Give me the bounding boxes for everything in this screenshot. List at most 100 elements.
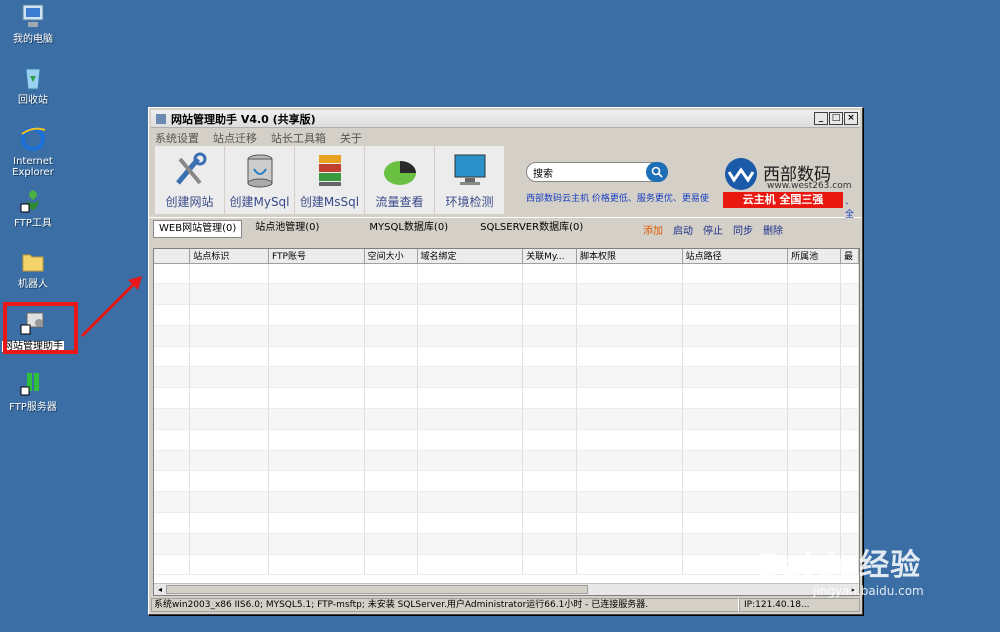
table-cell xyxy=(522,387,578,410)
watermark-sub: jingyan.baidu.com xyxy=(813,584,924,598)
table-cell xyxy=(268,554,365,576)
table-row[interactable] xyxy=(154,554,859,576)
table-cell xyxy=(522,554,578,576)
action-links: 添加 启动 停止 同步 删除 xyxy=(643,222,783,237)
desktop-icon-robot-folder[interactable]: 机器人 xyxy=(2,247,64,290)
table-cell xyxy=(364,387,418,410)
status-bar: 系统win2003_x86 IIS6.0; MYSQL5.1; FTP-msft… xyxy=(151,597,860,612)
menu-about[interactable]: 关于 xyxy=(340,130,362,146)
minimize-button[interactable]: _ xyxy=(814,112,828,125)
table-cell xyxy=(522,450,578,472)
brand-logo[interactable]: 西部数码 www.west263.com xyxy=(723,156,853,195)
table-row[interactable] xyxy=(154,450,859,472)
table-row[interactable] xyxy=(154,429,859,451)
create-mysql-button[interactable]: 创建MySql xyxy=(225,146,295,214)
desktop-icon-ftp-tool[interactable]: FTP工具 xyxy=(2,186,64,229)
desktop-icon-recycle-bin[interactable]: 回收站 xyxy=(2,63,64,106)
tab-site-pool[interactable]: 站点池管理(0) xyxy=(250,220,324,238)
create-mssql-button[interactable]: 创建MsSql xyxy=(295,146,365,214)
cloud-host-banner[interactable]: 云主机 全国三强 xyxy=(723,192,843,208)
column-header[interactable] xyxy=(154,249,191,264)
table-cell xyxy=(189,512,270,534)
table-row[interactable] xyxy=(154,408,859,430)
delete-button[interactable]: 删除 xyxy=(763,222,783,237)
add-button[interactable]: 添加 xyxy=(643,222,663,237)
column-header[interactable]: 站点标识 xyxy=(189,249,270,264)
tab-mysql[interactable]: MYSQL数据库(0) xyxy=(364,220,453,238)
search-area: 搜索 xyxy=(526,162,668,182)
column-header[interactable]: 域名绑定 xyxy=(417,249,524,264)
table-row[interactable] xyxy=(154,325,859,347)
table-row[interactable] xyxy=(154,263,859,285)
column-header[interactable]: 关联My... xyxy=(522,249,578,264)
status-text: 系统win2003_x86 IIS6.0; MYSQL5.1; FTP-msft… xyxy=(151,597,739,612)
table-row[interactable] xyxy=(154,346,859,368)
start-button[interactable]: 启动 xyxy=(673,222,693,237)
table-cell xyxy=(189,346,270,368)
menu-webmaster-tools[interactable]: 站长工具箱 xyxy=(271,130,326,146)
horizontal-scrollbar[interactable]: ◂ ▸ xyxy=(154,583,859,595)
column-header[interactable]: 脚本权限 xyxy=(576,249,683,264)
search-button[interactable] xyxy=(646,162,668,182)
column-header[interactable]: 最 xyxy=(840,249,859,264)
table-row[interactable] xyxy=(154,366,859,389)
table-cell xyxy=(364,304,418,326)
table-cell xyxy=(154,450,191,472)
stop-button[interactable]: 停止 xyxy=(703,222,723,237)
table-cell xyxy=(787,470,841,493)
menu-site-migration[interactable]: 站点迁移 xyxy=(213,130,257,146)
sites-table[interactable]: 站点标识 FTP账号 空间大小 域名绑定 关联My... 脚本权限 站点路径 所… xyxy=(153,248,860,596)
table-cell xyxy=(417,450,524,472)
table-cell xyxy=(682,512,789,534)
table-row[interactable] xyxy=(154,533,859,555)
desktop-icon-label: 机器人 xyxy=(18,279,48,290)
table-cell xyxy=(840,325,859,347)
table-cell xyxy=(268,325,365,347)
table-cell xyxy=(682,366,789,389)
desktop-icon-my-computer[interactable]: 我的电脑 xyxy=(2,2,64,45)
table-cell xyxy=(154,512,191,534)
column-header[interactable]: 站点路径 xyxy=(682,249,789,264)
tab-sqlserver[interactable]: SQLSERVER数据库(0) xyxy=(475,220,588,238)
traffic-view-button[interactable]: 流量查看 xyxy=(365,146,435,214)
menu-system-settings[interactable]: 系统设置 xyxy=(155,130,199,146)
desktop-icon-ftp-server[interactable]: FTP服务器 xyxy=(2,370,64,413)
table-row[interactable] xyxy=(154,283,859,306)
desktop-icon-ie[interactable]: Internet Explorer xyxy=(2,124,64,178)
tool-label: 创建MsSql xyxy=(299,195,360,209)
table-row[interactable] xyxy=(154,512,859,534)
ftp-tool-icon xyxy=(19,186,47,214)
table-cell xyxy=(840,491,859,514)
column-header[interactable]: 空间大小 xyxy=(364,249,418,264)
table-cell xyxy=(154,325,191,347)
table-cell xyxy=(576,263,683,285)
title-bar[interactable]: 网站管理助手 V4.0 (共享版) _ □ × xyxy=(151,110,860,128)
table-row[interactable] xyxy=(154,304,859,326)
table-row[interactable] xyxy=(154,387,859,410)
scroll-thumb[interactable] xyxy=(166,585,588,594)
table-cell xyxy=(189,491,270,514)
table-cell xyxy=(364,450,418,472)
table-cell xyxy=(189,450,270,472)
table-cell xyxy=(787,325,841,347)
sync-button[interactable]: 同步 xyxy=(733,222,753,237)
table-row[interactable] xyxy=(154,470,859,493)
table-cell xyxy=(787,263,841,285)
promo-link[interactable]: 西部数码云主机 价格更低、服务更优、更易使 xyxy=(526,191,724,204)
mysql-db-icon xyxy=(247,154,272,188)
column-header[interactable]: 所属池 xyxy=(787,249,841,264)
table-cell xyxy=(522,366,578,389)
table-cell xyxy=(364,366,418,389)
column-header[interactable]: FTP账号 xyxy=(268,249,365,264)
tabs-bar: WEB网站管理(0) 站点池管理(0) MYSQL数据库(0) SQLSERVE… xyxy=(149,218,862,240)
table-cell xyxy=(576,283,683,306)
env-check-button[interactable]: 环境检测 xyxy=(435,146,505,214)
scroll-left-icon[interactable]: ◂ xyxy=(154,584,166,595)
watermark: Baidu经验 jingyan.baidu.com xyxy=(758,540,924,598)
close-button[interactable]: × xyxy=(844,112,858,125)
maximize-button[interactable]: □ xyxy=(829,112,843,125)
create-site-button[interactable]: 创建网站 xyxy=(155,146,225,214)
table-row[interactable] xyxy=(154,491,859,514)
table-cell xyxy=(417,533,524,555)
tab-web-sites[interactable]: WEB网站管理(0) xyxy=(153,220,243,238)
